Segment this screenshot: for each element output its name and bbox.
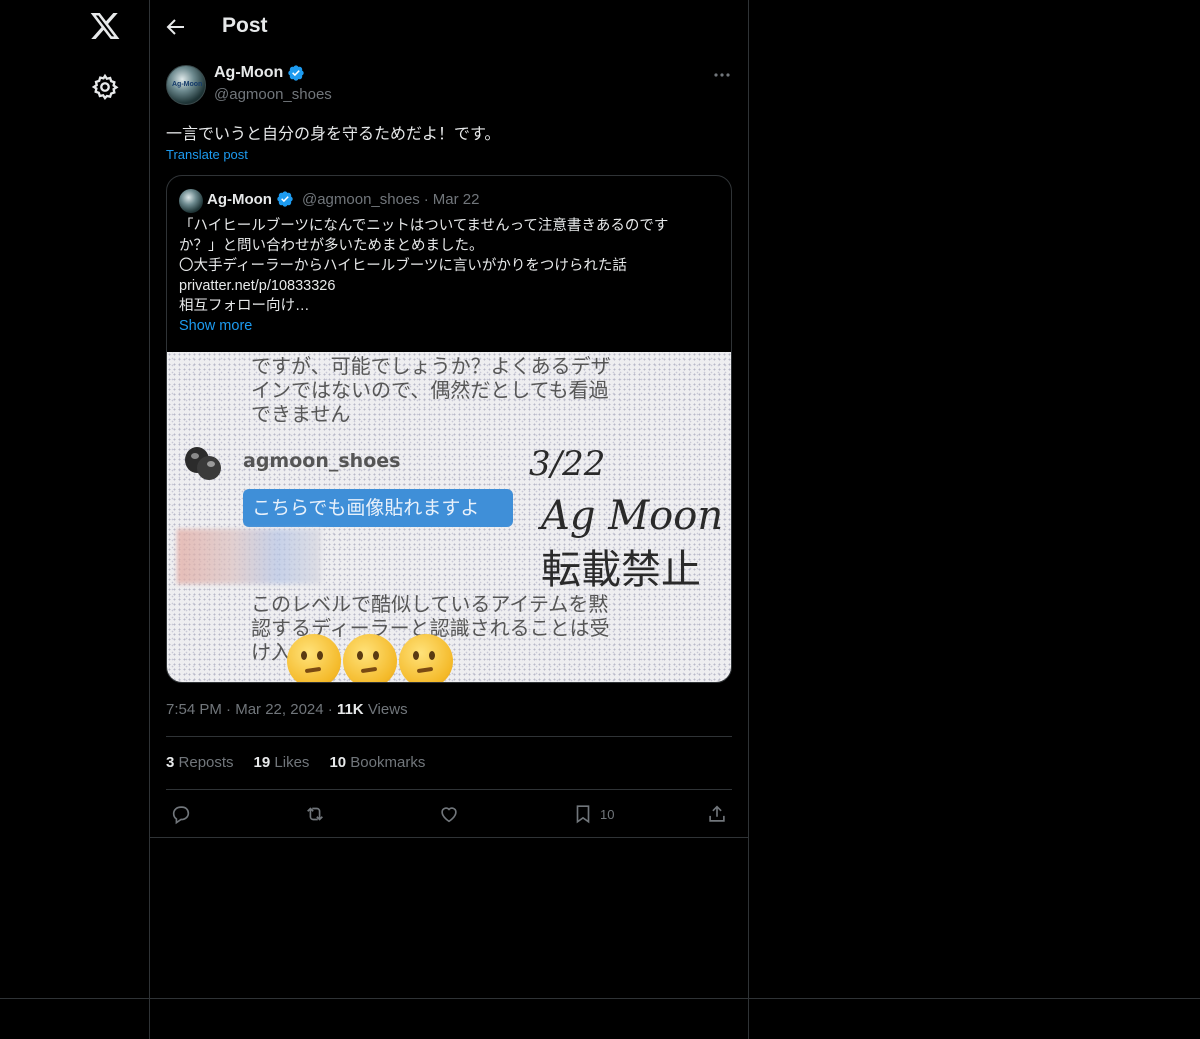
post-time[interactable]: 7:54 PM — [166, 701, 222, 718]
bookmarks-stat[interactable]: 10 Bookmarks — [329, 754, 425, 771]
handwritten-watermark: 3/22 Ag Moon 転載禁止 — [529, 444, 723, 593]
quoted-separator: · — [423, 190, 429, 208]
verified-badge-icon — [288, 65, 304, 81]
repost-button[interactable] — [304, 802, 326, 826]
bookmarks-count: 10 — [329, 754, 347, 771]
app: Post Ag-Moon Ag-Moon @agmoon_shoes 一言でいう… — [0, 0, 1200, 1039]
thinking-face-icon — [343, 634, 397, 682]
bookmarks-label: Bookmarks — [350, 754, 426, 771]
translate-post-link[interactable]: Translate post — [166, 147, 248, 162]
divider — [150, 837, 748, 838]
image-text-line: できません — [251, 402, 351, 426]
share-button[interactable] — [706, 802, 728, 826]
sidebar — [0, 0, 150, 1039]
heart-icon — [441, 807, 457, 823]
image-message-bubble: こちらでも画像貼れますよ — [243, 489, 513, 527]
quoted-header: Ag-Moon @agmoon_shoes · Mar 22 — [207, 190, 479, 208]
gear-icon[interactable] — [91, 73, 119, 101]
share-icon — [709, 805, 725, 822]
quoted-handle: @agmoon_shoes — [301, 190, 420, 208]
post-header: Post — [150, 0, 748, 54]
reposts-label: Reposts — [178, 754, 234, 771]
watermark-date: 3/22 — [529, 444, 605, 484]
quoted-line: 「ハイヒールブーツになんでニットはついてませんって注意書きあるのです — [179, 218, 669, 234]
reposts-count: 3 — [166, 754, 175, 771]
views-label: Views — [367, 701, 408, 718]
thinking-emoji-row — [287, 634, 453, 682]
watermark-note: 転載禁止 — [541, 547, 701, 593]
post-date[interactable]: Mar 22, 2024 — [235, 701, 323, 718]
reply-icon — [172, 806, 190, 825]
bookmark-count: 10 — [600, 806, 615, 822]
post-stats: 3 Reposts 19 Likes 10 Bookmarks — [166, 754, 425, 771]
x-logo-icon[interactable] — [89, 10, 121, 42]
image-text-line: け入 — [251, 640, 291, 664]
post-meta: 7:54 PM · Mar 22, 2024 · 11K Views — [166, 701, 408, 718]
reposts-stat[interactable]: 3 Reposts — [166, 754, 234, 771]
image-text-line: インではないので、偶然だとしても看過 — [251, 378, 609, 402]
likes-stat[interactable]: 19 Likes — [254, 754, 310, 771]
bookmark-icon — [576, 805, 590, 824]
quoted-display-name: Ag-Moon — [207, 190, 272, 208]
quoted-post[interactable]: Ag-Moon @agmoon_shoes · Mar 22 「ハイヒールブーツ… — [166, 175, 732, 683]
avatar[interactable]: Ag-Moon — [166, 65, 206, 105]
boots-icon — [185, 447, 221, 480]
more-options-icon[interactable] — [712, 65, 732, 85]
back-arrow-icon[interactable] — [164, 15, 188, 39]
image-blurred-region — [177, 529, 321, 584]
image-text-line: ですが、可能でしょうか？よくあるデザ — [251, 354, 611, 378]
reply-button[interactable] — [170, 802, 192, 826]
quoted-line: か？」と問い合わせが多いためまとめました。 — [179, 238, 484, 254]
bottom-divider — [0, 998, 1200, 999]
author-name-row: Ag-Moon — [214, 64, 305, 82]
watermark-name: Ag Moon — [537, 493, 723, 539]
divider — [166, 736, 732, 737]
author-handle[interactable]: @agmoon_shoes — [214, 86, 332, 103]
like-button[interactable] — [438, 802, 460, 826]
likes-label: Likes — [274, 754, 310, 771]
thinking-face-icon — [287, 634, 341, 682]
verified-badge-icon — [277, 191, 293, 207]
quoted-line: 〇大手ディーラーからハイヒールブーツに言いがかりをつけられた話 — [179, 258, 627, 274]
quoted-line: 相互フォロー向け… — [179, 298, 310, 314]
post-text: 一言でいうと自分の身を守るためだよ！です。 — [166, 126, 501, 143]
action-bar: 10 — [150, 790, 748, 838]
quoted-avatar — [179, 189, 203, 213]
bookmark-button[interactable]: 10 — [572, 802, 614, 826]
show-more-link[interactable]: Show more — [179, 316, 719, 336]
meta-separator: · — [226, 701, 232, 718]
quoted-text: 「ハイヒールブーツになんでニットはついてませんって注意書きあるのです か？」と問… — [179, 216, 719, 336]
views-count: 11K — [336, 701, 364, 718]
meta-separator: · — [327, 701, 333, 718]
repost-icon — [307, 807, 323, 821]
thinking-face-icon — [399, 634, 453, 682]
image-text-line: このレベルで酷似しているアイテムを黙 — [251, 592, 609, 616]
avatar-logo-text: Ag-Moon — [172, 81, 203, 88]
quoted-line: privatter.net/p/10833326 — [179, 278, 336, 294]
author-display-name[interactable]: Ag-Moon — [214, 64, 283, 82]
page-title: Post — [222, 14, 268, 37]
quoted-date: Mar 22 — [432, 190, 480, 208]
likes-count: 19 — [253, 754, 271, 771]
quoted-image[interactable]: ですが、可能でしょうか？よくあるデザ インではないので、偶然だとしても看過 でき… — [167, 352, 731, 682]
post-column: Post Ag-Moon Ag-Moon @agmoon_shoes 一言でいう… — [150, 0, 749, 1039]
image-username: agmoon_shoes — [243, 450, 401, 472]
